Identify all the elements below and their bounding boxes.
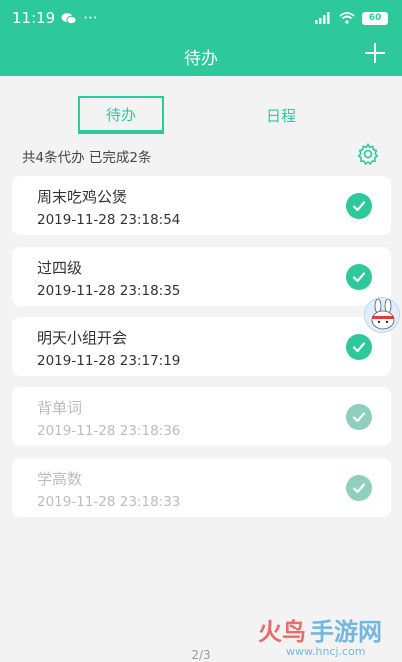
todo-title: 过四级	[37, 259, 83, 277]
plus-icon	[365, 43, 385, 63]
app-header: 11:19 ··· 60 待办	[0, 0, 402, 76]
wechat-icon	[61, 12, 77, 24]
complete-button[interactable]	[346, 334, 372, 360]
svg-text:手游网: 手游网	[310, 618, 382, 646]
todo-item-done[interactable]: 背单词 2019-11-28 23:18:36	[12, 387, 391, 446]
status-right: 60	[314, 11, 388, 25]
gear-icon	[357, 142, 379, 166]
checkmark-icon	[352, 272, 366, 283]
todo-time: 2019-11-28 23:18:35	[37, 283, 181, 299]
tab-todo[interactable]: 待办	[78, 96, 164, 134]
tab-schedule[interactable]: 日程	[238, 96, 324, 134]
bunny-mascot-icon	[371, 298, 395, 330]
completed-check[interactable]	[346, 404, 372, 430]
todo-title: 背单词	[37, 399, 83, 417]
completed-check[interactable]	[346, 475, 372, 501]
status-more-dots: ···	[83, 9, 98, 27]
todo-item[interactable]: 周末吃鸡公煲 2019-11-28 23:18:54	[12, 176, 391, 235]
todo-title: 明天小组开会	[37, 329, 128, 347]
battery-indicator: 60	[362, 11, 388, 25]
tab-bar: 待办 日程	[0, 96, 402, 136]
status-left: 11:19 ···	[12, 9, 98, 27]
complete-button[interactable]	[346, 193, 372, 219]
svg-text:火鸟: 火鸟	[258, 618, 306, 646]
complete-button[interactable]	[346, 264, 372, 290]
checkmark-icon	[352, 201, 366, 212]
todo-time: 2019-11-28 23:18:33	[37, 494, 181, 510]
settings-button[interactable]	[356, 142, 380, 166]
todo-item[interactable]: 过四级 2019-11-28 23:18:35	[12, 247, 391, 306]
wifi-icon	[339, 12, 355, 24]
todo-time: 2019-11-28 23:17:19	[37, 353, 181, 369]
checkmark-icon	[352, 483, 366, 494]
cellular-signal-icon	[315, 12, 330, 24]
todo-item[interactable]: 明天小组开会 2019-11-28 23:17:19	[12, 317, 391, 376]
todo-time: 2019-11-28 23:18:54	[37, 212, 181, 228]
todo-title: 学高数	[37, 470, 83, 488]
status-bar: 11:19 ··· 60	[0, 0, 402, 36]
svg-text:www.hncj.com: www.hncj.com	[286, 645, 366, 658]
floating-assistant-avatar[interactable]	[364, 297, 400, 333]
status-time: 11:19	[12, 9, 56, 27]
todo-item-done[interactable]: 学高数 2019-11-28 23:18:33	[12, 458, 391, 517]
todo-summary: 共4条代办 已完成2条	[22, 150, 152, 166]
checkmark-icon	[352, 342, 366, 353]
add-button[interactable]	[362, 40, 388, 66]
todo-title: 周末吃鸡公煲	[37, 188, 128, 206]
page-title: 待办	[184, 49, 218, 69]
checkmark-icon	[352, 412, 366, 423]
site-watermark-logo: 火鸟 手游网 www.hncj.com	[258, 618, 382, 658]
todo-time: 2019-11-28 23:18:36	[37, 423, 181, 439]
